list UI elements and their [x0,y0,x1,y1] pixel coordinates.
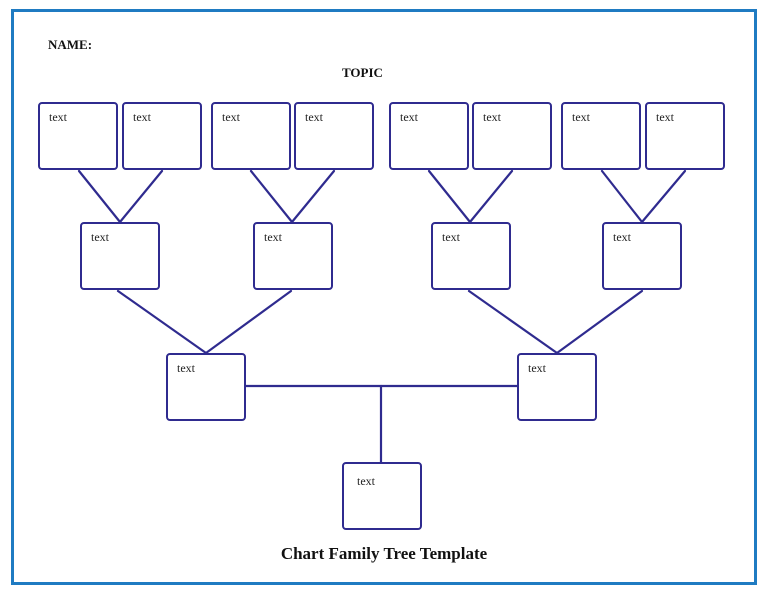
connector-line [118,169,164,224]
node-label: text [49,110,67,124]
tree-node-gen4-4[interactable]: text [294,102,374,170]
tree-node-gen4-5[interactable]: text [389,102,469,170]
node-label: text [177,361,195,375]
footer-title: Chart Family Tree Template [280,544,488,563]
connector-line [249,169,294,224]
node-label: text [91,230,109,244]
node-label: text [483,110,501,124]
tree-node-root[interactable]: text [342,462,422,530]
node-label: text [528,361,546,375]
connector-line [468,169,514,224]
connector-line [77,169,122,224]
tree-node-gen4-3[interactable]: text [211,102,291,170]
node-label: text [656,110,674,124]
node-label: text [613,230,631,244]
connector-line [290,169,336,224]
connector-line [467,289,559,355]
node-label: text [400,110,418,124]
connector-line [640,169,687,224]
node-label: text [442,230,460,244]
tree-node-gen3-3[interactable]: text [431,222,511,290]
node-label: text [264,230,282,244]
connector-line [600,169,644,224]
connector-line [555,289,644,355]
node-label: text [305,110,323,124]
tree-node-gen3-2[interactable]: text [253,222,333,290]
connector-line [116,289,208,355]
tree-node-gen3-1[interactable]: text [80,222,160,290]
node-label: text [357,474,375,488]
tree-node-gen2-1[interactable]: text [166,353,246,421]
tree-node-gen4-7[interactable]: text [561,102,641,170]
node-label: text [133,110,151,124]
tree-node-gen3-4[interactable]: text [602,222,682,290]
tree-node-gen4-2[interactable]: text [122,102,202,170]
tree-node-gen4-8[interactable]: text [645,102,725,170]
connector-line [427,169,472,224]
tree-node-gen4-6[interactable]: text [472,102,552,170]
node-label: text [222,110,240,124]
connector-line [204,289,293,355]
tree-node-gen2-2[interactable]: text [517,353,597,421]
tree-node-gen4-1[interactable]: text [38,102,118,170]
node-label: text [572,110,590,124]
